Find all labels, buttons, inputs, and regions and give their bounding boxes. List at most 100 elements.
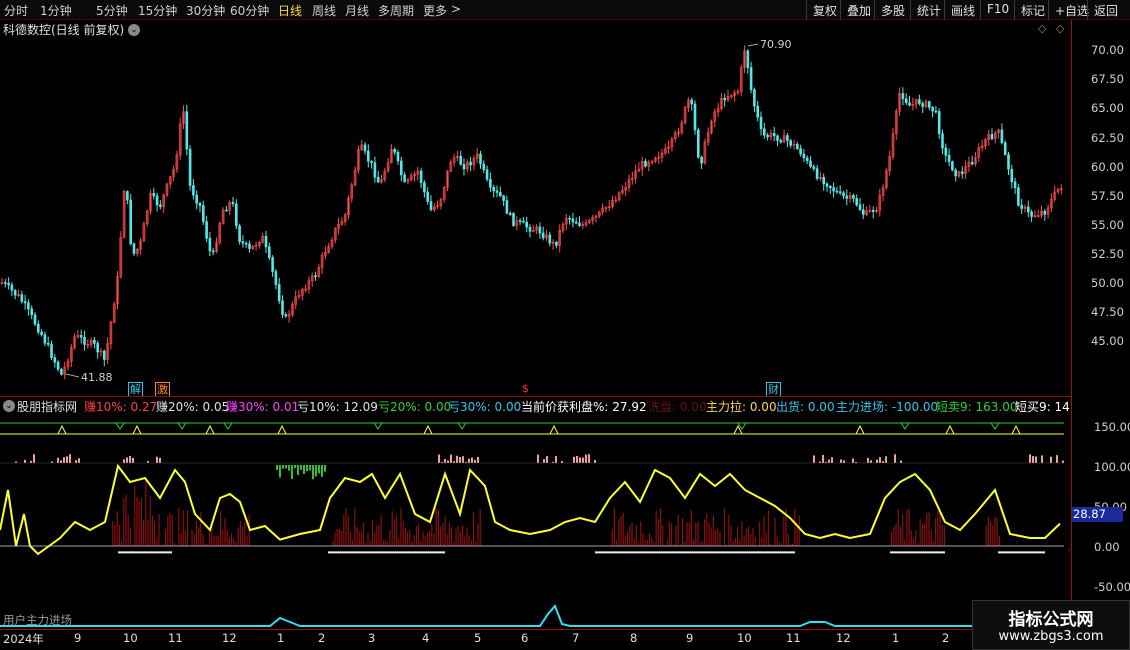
period-tab-60min[interactable]: 60分钟 (230, 2, 269, 19)
red-bar (704, 519, 706, 546)
candle (182, 105, 185, 130)
candle (680, 119, 684, 136)
green-bar (318, 465, 320, 474)
candle (875, 206, 878, 213)
candle (891, 128, 895, 160)
red-bar (776, 536, 778, 546)
back-button[interactable]: 返回 (1087, 0, 1124, 20)
candle (225, 206, 228, 212)
candle (60, 367, 63, 376)
red-bar (763, 515, 765, 546)
candle (815, 164, 819, 181)
candle (970, 155, 974, 166)
overlay-button[interactable]: 叠加 (840, 0, 877, 20)
period-tab-monthly[interactable]: 月线 (345, 2, 369, 19)
candle (152, 187, 156, 200)
event-mark-incentive[interactable]: 激 (155, 382, 170, 397)
candle (848, 191, 852, 203)
red-bar (345, 508, 347, 546)
pink-bar (75, 460, 77, 463)
draw-line-button[interactable]: 画线 (944, 0, 981, 20)
period-tab-5min[interactable]: 5分钟 (96, 2, 128, 19)
red-bar (121, 541, 123, 546)
red-bar (939, 512, 941, 546)
buy-marker (132, 424, 142, 435)
candle (726, 89, 730, 103)
candle (198, 201, 202, 213)
red-bar (796, 527, 798, 546)
pink-bar (588, 454, 590, 463)
period-tab-1min[interactable]: 1分钟 (40, 2, 72, 19)
stats-button[interactable]: 统计 (910, 0, 947, 20)
candle (360, 140, 364, 152)
candle (713, 108, 717, 128)
candle (1060, 184, 1063, 195)
red-bar (198, 526, 200, 546)
period-tab-30min[interactable]: 30分钟 (186, 2, 225, 19)
red-bar (475, 541, 477, 546)
pink-bar (456, 455, 458, 463)
more-chevron-icon[interactable]: > (451, 2, 461, 16)
candle (426, 187, 430, 205)
watermark: 指标公式网 www.zbgs3.com (972, 600, 1130, 650)
pink-bar (876, 459, 878, 463)
period-tab-multi[interactable]: 多周期 (378, 2, 414, 19)
candle (753, 87, 756, 113)
candle (696, 127, 700, 159)
pink-bar (471, 457, 473, 463)
candlestick-chart[interactable] (0, 36, 1070, 381)
red-bar (112, 521, 114, 546)
red-bar (904, 539, 906, 546)
candle (251, 244, 255, 250)
candle (343, 212, 347, 226)
candle (822, 173, 826, 191)
red-bar (415, 525, 417, 546)
candle (23, 294, 27, 310)
candle (842, 190, 845, 199)
green-bar (291, 465, 293, 479)
period-tab-daily[interactable]: 日线 (278, 2, 302, 19)
candle (703, 138, 707, 165)
candle (594, 214, 598, 223)
red-bar (215, 535, 217, 546)
fuquan-button[interactable]: 复权 (806, 0, 843, 20)
period-tab-intraday[interactable]: 分时 (4, 2, 28, 19)
period-tab-more[interactable]: 更多 (423, 2, 447, 19)
red-bar (143, 520, 145, 546)
red-bar (195, 520, 197, 546)
panel-collapse-icon[interactable]: ◇ (1056, 22, 1064, 35)
period-tab-15min[interactable]: 15分钟 (138, 2, 177, 19)
candle (528, 224, 532, 238)
candle (20, 290, 24, 304)
event-mark-dividend[interactable]: $ (521, 382, 530, 395)
mark-button[interactable]: 标记 (1014, 0, 1051, 20)
red-bar (237, 527, 239, 546)
candle (710, 119, 713, 135)
title-dropdown-icon[interactable]: ⌄ (128, 24, 140, 36)
candle (106, 337, 109, 365)
candle (465, 159, 469, 173)
event-mark-unlock[interactable]: 解 (128, 382, 143, 397)
candle (432, 203, 436, 213)
candle (287, 310, 291, 323)
candle (169, 175, 172, 189)
candle (855, 194, 859, 207)
f10-button[interactable]: F10 (980, 0, 1015, 20)
green-bar (282, 465, 284, 469)
period-tab-weekly[interactable]: 周线 (312, 2, 336, 19)
indicator-chart[interactable] (0, 410, 1070, 630)
red-bar (660, 508, 662, 546)
red-bar (479, 508, 481, 546)
diamond-icon[interactable]: ◇ (1038, 22, 1046, 35)
red-bar (701, 540, 703, 546)
multi-stock-button[interactable]: 多股 (874, 0, 911, 20)
pink-bar (444, 459, 446, 463)
candle (66, 358, 70, 371)
pink-bar (66, 456, 68, 463)
event-mark-finance[interactable]: 财 (766, 382, 781, 397)
red-bar (737, 527, 739, 546)
candle (333, 227, 337, 244)
candle (545, 229, 548, 241)
pink-bar (894, 454, 896, 463)
candle (555, 241, 558, 249)
